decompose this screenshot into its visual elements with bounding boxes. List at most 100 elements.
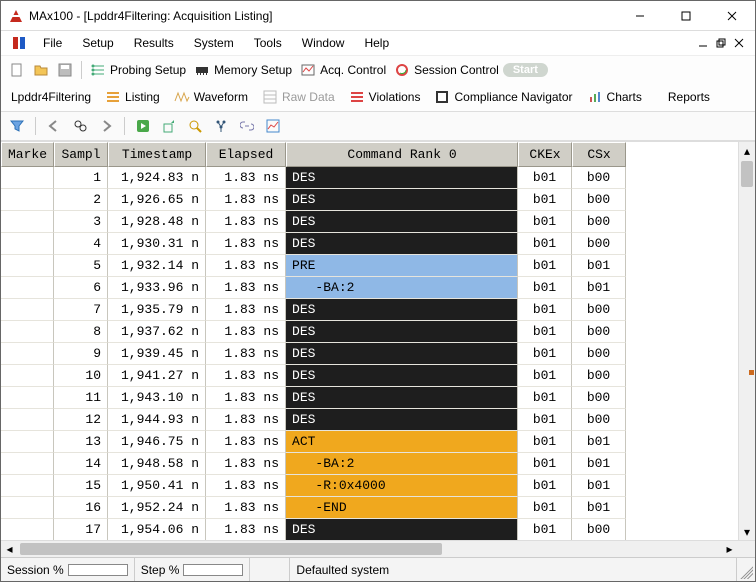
listing-scroll[interactable]: Marke Sampl Timestamp Elapsed Command Ra… [1,142,738,540]
mdi-minimize-button[interactable] [695,35,711,51]
link-button[interactable] [237,116,257,136]
scroll-left-button[interactable]: ◂ [1,541,18,557]
table-row[interactable]: 121,944.93 n1.83 nsDESb01b00 [1,409,626,431]
mdi-close-button[interactable] [731,35,747,51]
col-csx[interactable]: CSx [572,142,626,167]
prev-button[interactable] [44,116,64,136]
col-cke[interactable]: CKEx [518,142,572,167]
scroll-right-button[interactable]: ▸ [721,541,738,557]
table-row[interactable]: 51,932.14 n1.83 nsPREb01b01 [1,255,626,277]
cell-marker [1,519,54,540]
filter-button[interactable] [7,116,27,136]
run-button[interactable] [133,116,153,136]
table-row[interactable]: 31,928.48 n1.83 nsDESb01b00 [1,211,626,233]
violations-icon [349,89,365,105]
hscroll-thumb[interactable] [20,543,442,555]
cell-cke: b01 [518,321,572,343]
maximize-button[interactable] [663,1,709,31]
cell-command: -END [286,497,518,519]
cell-cke: b01 [518,453,572,475]
cell-timestamp: 1,954.06 n [108,519,206,540]
resize-grip[interactable] [737,563,753,579]
cell-marker [1,409,54,431]
menu-file[interactable]: File [33,33,72,53]
cell-command: DES [286,519,518,540]
memory-setup-button[interactable]: Memory Setup [190,60,296,80]
table-row[interactable]: 111,943.10 n1.83 nsDESb01b00 [1,387,626,409]
mdi-restore-button[interactable] [713,35,729,51]
chart-button[interactable] [263,116,283,136]
col-marker[interactable]: Marke [1,142,54,167]
table-row[interactable]: 41,930.31 n1.83 nsDESb01b00 [1,233,626,255]
open-icon [33,62,49,78]
probing-icon [90,62,106,78]
vertical-scrollbar[interactable]: ▴ ▾ [738,142,755,540]
tab-waveform[interactable]: Waveform [168,86,254,108]
acq-control-button[interactable]: Acq. Control [296,60,390,80]
cell-sample: 11 [54,387,108,409]
cell-timestamp: 1,926.65 n [108,189,206,211]
scroll-up-button[interactable]: ▴ [739,142,755,159]
cell-elapsed: 1.83 ns [206,387,286,409]
cell-timestamp: 1,944.93 n [108,409,206,431]
tab-listing[interactable]: Listing [99,86,166,108]
scroll-thumb[interactable] [741,161,753,187]
cell-cke: b01 [518,475,572,497]
col-elapsed[interactable]: Elapsed [206,142,286,167]
col-sample[interactable]: Sampl [54,142,108,167]
menu-help[interactable]: Help [354,33,399,53]
table-row[interactable]: 101,941.27 n1.83 nsDESb01b00 [1,365,626,387]
col-timestamp[interactable]: Timestamp [108,142,206,167]
save-button[interactable] [53,60,77,80]
start-button[interactable]: Start [503,63,548,77]
cell-cke: b01 [518,211,572,233]
table-row[interactable]: 61,933.96 n1.83 ns -BA:2b01b01 [1,277,626,299]
scroll-track[interactable] [739,159,755,523]
tab-compliance[interactable]: Compliance Navigator [428,86,578,108]
cell-csx: b00 [572,409,626,431]
open-button[interactable] [29,60,53,80]
table-row[interactable]: 131,946.75 n1.83 nsACTb01b01 [1,431,626,453]
table-row[interactable]: 71,935.79 n1.83 nsDESb01b00 [1,299,626,321]
tab-violations[interactable]: Violations [343,86,427,108]
table-row[interactable]: 11,924.83 n1.83 nsDESb01b00 [1,167,626,189]
menu-results[interactable]: Results [124,33,184,53]
table-row[interactable]: 21,926.65 n1.83 nsDESb01b00 [1,189,626,211]
hscroll-track[interactable] [18,541,721,557]
search-button[interactable] [185,116,205,136]
table-row[interactable]: 141,948.58 n1.83 ns -BA:2b01b01 [1,453,626,475]
minimize-button[interactable] [617,1,663,31]
next-button[interactable] [96,116,116,136]
probing-setup-button[interactable]: Probing Setup [86,60,190,80]
close-button[interactable] [709,1,755,31]
tab-reports[interactable]: Reports [662,87,716,107]
cell-marker [1,431,54,453]
listing-icon [105,89,121,105]
cell-timestamp: 1,928.48 n [108,211,206,233]
table-row[interactable]: 161,952.24 n1.83 ns -ENDb01b01 [1,497,626,519]
cell-timestamp: 1,941.27 n [108,365,206,387]
new-button[interactable] [5,60,29,80]
menu-system[interactable]: System [184,33,244,53]
cell-csx: b00 [572,365,626,387]
tree-button[interactable] [211,116,231,136]
scroll-down-button[interactable]: ▾ [739,523,755,540]
table-row[interactable]: 91,939.45 n1.83 nsDESb01b00 [1,343,626,365]
tab-charts[interactable]: Charts [581,86,648,108]
tab-rawdata[interactable]: Raw Data [256,86,341,108]
menu-window[interactable]: Window [292,33,355,53]
session-control-button[interactable]: Session Control [390,60,503,80]
table-row[interactable]: 171,954.06 n1.83 nsDESb01b00 [1,519,626,540]
menu-setup[interactable]: Setup [72,33,123,53]
export-button[interactable] [159,116,179,136]
col-command[interactable]: Command Rank 0 [286,142,518,167]
menu-tools[interactable]: Tools [244,33,292,53]
cell-marker [1,343,54,365]
cell-cke: b01 [518,277,572,299]
app-icon [9,9,23,23]
table-row[interactable]: 81,937.62 n1.83 nsDESb01b00 [1,321,626,343]
table-row[interactable]: 151,950.41 n1.83 ns -R:0x4000b01b01 [1,475,626,497]
find-button[interactable] [70,116,90,136]
cell-timestamp: 1,935.79 n [108,299,206,321]
horizontal-scrollbar[interactable]: ◂ ▸ [1,540,755,557]
